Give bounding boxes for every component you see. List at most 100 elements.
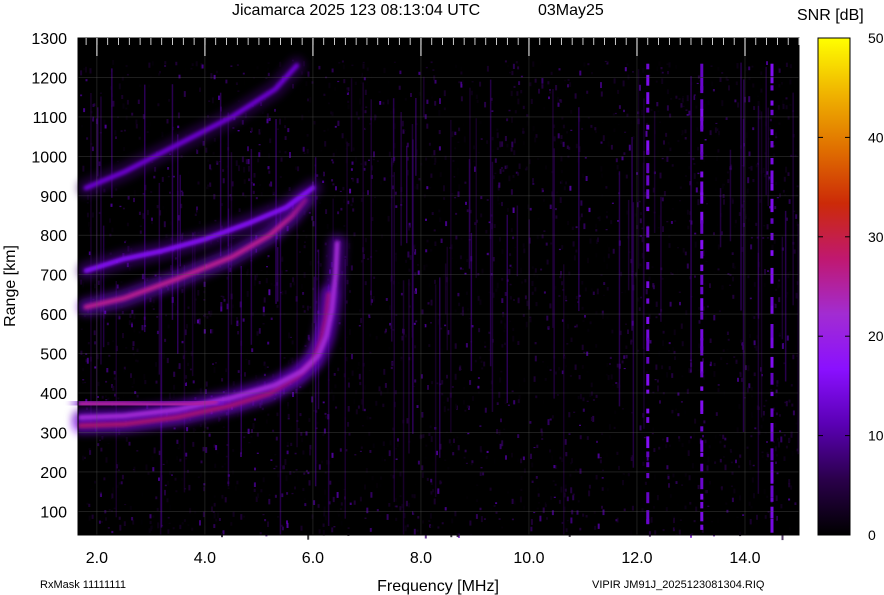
noise-speckle <box>525 321 528 328</box>
noise-speckle <box>248 178 251 182</box>
noise-speckle <box>568 433 571 435</box>
noise-speckle <box>350 203 353 206</box>
noise-speckle <box>747 275 750 279</box>
noise-speckle <box>749 460 752 466</box>
noise-speckle <box>660 67 663 70</box>
noise-speckle <box>717 268 720 271</box>
noise-speckle <box>682 310 685 314</box>
noise-speckle <box>480 449 483 453</box>
noise-streak <box>618 171 621 407</box>
noise-speckle <box>465 343 468 348</box>
noise-speckle <box>605 229 608 231</box>
noise-speckle <box>290 442 293 446</box>
noise-speckle <box>167 324 170 329</box>
noise-speckle <box>112 60 115 65</box>
noise-speckle <box>466 259 469 263</box>
noise-speckle <box>183 91 186 97</box>
noise-speckle <box>232 449 235 452</box>
noise-speckle <box>789 79 792 85</box>
noise-speckle <box>539 60 542 66</box>
noise-speckle <box>586 370 589 373</box>
noise-speckle <box>459 255 462 260</box>
noise-speckle <box>213 138 216 142</box>
noise-speckle <box>341 60 344 63</box>
noise-speckle <box>118 316 121 320</box>
noise-speckle <box>547 325 550 329</box>
noise-speckle <box>230 522 233 526</box>
noise-speckle <box>206 426 209 430</box>
noise-speckle <box>221 203 224 206</box>
noise-speckle <box>108 509 111 512</box>
noise-speckle <box>566 90 569 94</box>
noise-speckle <box>116 160 119 163</box>
noise-speckle <box>249 421 252 423</box>
noise-speckle <box>549 91 552 94</box>
noise-speckle <box>417 399 420 402</box>
noise-streak <box>475 118 477 278</box>
noise-speckle <box>556 465 559 471</box>
noise-speckle <box>668 342 671 345</box>
noise-speckle <box>292 277 295 283</box>
noise-speckle <box>532 126 535 132</box>
noise-speckle <box>668 228 671 231</box>
interference-segment <box>700 524 704 530</box>
noise-speckle <box>647 325 650 330</box>
noise-speckle <box>119 205 122 208</box>
noise-speckle <box>509 320 512 323</box>
noise-speckle <box>498 182 501 188</box>
noise-speckle <box>357 117 360 120</box>
noise-speckle <box>522 314 525 317</box>
noise-speckle <box>212 363 214 365</box>
noise-speckle <box>304 241 306 243</box>
noise-speckle <box>181 340 184 344</box>
noise-speckle <box>627 473 630 477</box>
noise-speckle <box>335 482 337 485</box>
noise-speckle <box>440 481 443 484</box>
noise-speckle <box>399 70 402 75</box>
noise-speckle <box>517 458 520 462</box>
noise-speckle <box>451 386 454 388</box>
rxmask-label: RxMask 11111111 <box>40 579 126 591</box>
noise-speckle <box>500 320 503 324</box>
noise-speckle <box>667 71 669 75</box>
noise-speckle <box>657 149 660 156</box>
noise-speckle <box>716 223 719 227</box>
noise-speckle <box>605 186 608 189</box>
noise-streak <box>760 111 763 418</box>
noise-speckle <box>593 511 596 514</box>
noise-speckle <box>751 314 754 319</box>
noise-speckle <box>597 453 600 459</box>
noise-speckle <box>248 360 251 365</box>
noise-speckle <box>409 171 412 178</box>
noise-speckle <box>360 446 363 449</box>
noise-speckle <box>305 81 308 86</box>
noise-speckle <box>107 529 109 535</box>
noise-speckle <box>791 403 794 407</box>
noise-speckle <box>140 519 143 525</box>
noise-speckle <box>248 442 251 444</box>
file-label: VIPIR JM91J_2025123081304.RIQ <box>592 579 765 591</box>
noise-speckle <box>151 220 154 225</box>
noise-speckle <box>695 506 698 512</box>
noise-speckle <box>543 202 546 205</box>
noise-speckle <box>414 483 417 486</box>
noise-speckle <box>421 472 424 478</box>
noise-speckle <box>232 304 234 309</box>
noise-speckle <box>94 283 96 289</box>
noise-speckle <box>368 159 370 161</box>
noise-speckle <box>630 530 633 535</box>
noise-speckle <box>457 292 460 297</box>
noise-speckle <box>347 406 350 412</box>
noise-speckle <box>337 211 340 215</box>
noise-speckle <box>505 455 507 460</box>
noise-speckle <box>496 147 499 150</box>
noise-speckle <box>150 229 152 233</box>
noise-speckle <box>363 408 366 412</box>
noise-speckle <box>538 393 541 399</box>
noise-speckle <box>224 463 226 465</box>
noise-speckle <box>81 124 83 128</box>
noise-speckle <box>763 405 766 407</box>
noise-speckle <box>521 281 524 284</box>
noise-speckle <box>681 97 684 103</box>
noise-speckle <box>332 394 335 401</box>
